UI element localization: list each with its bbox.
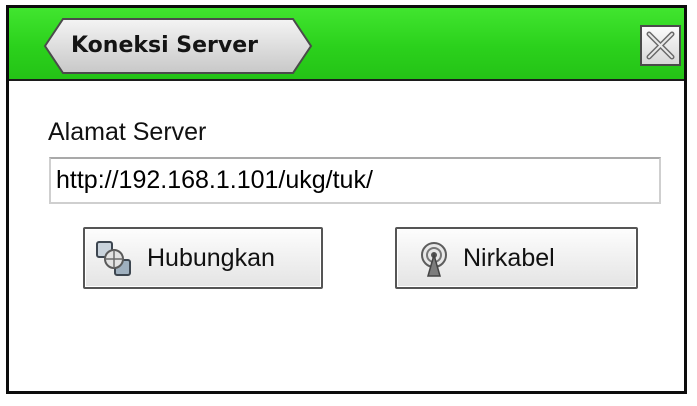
window-title: Koneksi Server (71, 33, 259, 58)
wireless-antenna-icon (421, 242, 447, 277)
title-bar: Koneksi Server (9, 8, 684, 81)
connect-button[interactable]: Hubungkan (83, 227, 323, 289)
wireless-button-label: Nirkabel (463, 244, 555, 272)
wireless-button[interactable]: Nirkabel (395, 227, 638, 289)
server-address-label: Alamat Server (48, 118, 207, 146)
connect-button-label: Hubungkan (147, 244, 275, 272)
close-icon (646, 31, 675, 60)
close-button[interactable] (640, 25, 681, 66)
network-icon (96, 241, 131, 276)
server-connection-dialog: Koneksi Server Alamat Server Hubungkan N… (6, 5, 687, 394)
title-tab: Koneksi Server (43, 17, 313, 75)
server-address-input[interactable] (49, 157, 661, 204)
